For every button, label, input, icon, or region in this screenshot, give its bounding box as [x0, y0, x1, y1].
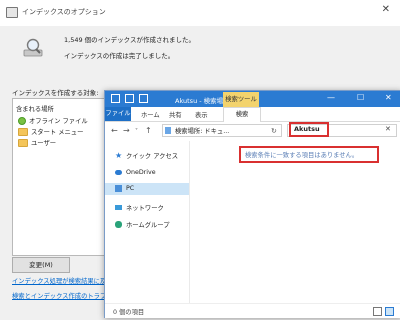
explorer-title-bar: Akutsu - 検索場所 検索ツール — ☐ ✕	[105, 91, 400, 107]
maximize-icon[interactable]: ☐	[357, 93, 364, 102]
tab-file[interactable]: ファイル	[105, 107, 131, 121]
nav-item-quick-access[interactable]: ★ クイック アクセス	[115, 151, 178, 161]
homegroup-icon	[115, 221, 122, 228]
cloud-icon	[115, 170, 122, 175]
explorer-app-icon	[111, 94, 120, 103]
forward-arrow-icon[interactable]: →	[123, 126, 130, 135]
troubleshoot-search-link[interactable]: インデックス処理が検索結果に及ぼす	[12, 276, 119, 285]
tab-view[interactable]: 表示	[195, 110, 208, 119]
indexing-app-icon	[6, 7, 18, 18]
offline-files-icon	[18, 116, 26, 125]
list-item[interactable]: ユーザー	[18, 138, 56, 147]
status-bar: 0 個の項目	[105, 303, 400, 318]
list-header: 含まれる場所	[16, 106, 54, 113]
recent-dropdown-icon[interactable]: ˅	[135, 128, 138, 135]
folder-icon	[18, 138, 28, 147]
navigation-pane: ★ クイック アクセス OneDrive PC ネットワーク ホームグループ	[105, 141, 190, 303]
tab-search[interactable]: 検索	[223, 107, 261, 122]
indexing-window-title: インデックスのオプション	[22, 8, 106, 16]
folder-icon	[18, 127, 28, 136]
magnifier-icon	[23, 38, 43, 57]
nav-item-network[interactable]: ネットワーク	[115, 203, 164, 212]
navigation-bar: ← → ˅ ↑ 検索場所: ドキュ... ↻ Akutsu ✕	[105, 122, 400, 140]
content-pane[interactable]	[193, 141, 399, 303]
index-count-text: 1,549 個のインデックスが作成されました。	[64, 36, 195, 44]
clear-search-icon[interactable]: ✕	[385, 125, 391, 133]
indexing-title-bar: インデックスのオプション ✕	[0, 0, 400, 26]
search-query-text: Akutsu	[294, 125, 320, 133]
change-button[interactable]: 変更(M)	[12, 257, 70, 273]
new-folder-icon[interactable]	[139, 94, 148, 103]
close-icon[interactable]: ✕	[382, 4, 390, 15]
explorer-window: Akutsu - 検索場所 検索ツール — ☐ ✕ ファイル ホーム 共有 表示…	[104, 90, 400, 318]
list-item[interactable]: スタート メニュー	[18, 127, 83, 136]
search-tools-tab-group: 検索ツール	[223, 92, 259, 107]
details-view-icon[interactable]	[373, 307, 382, 316]
empty-results-message: 検索条件に一致する項目はありません。	[245, 152, 359, 159]
explorer-window-title: Akutsu - 検索場所	[175, 97, 230, 105]
locations-label: インデックスを作成する対象:	[12, 89, 99, 97]
index-status-text: インデックスの作成は完了しました。	[64, 52, 175, 60]
nav-item-pc[interactable]: PC	[115, 185, 134, 192]
item-count-text: 0 個の項目	[113, 309, 145, 316]
ribbon-tabs: ファイル ホーム 共有 表示 検索	[105, 107, 400, 122]
refresh-icon[interactable]: ↻	[271, 127, 277, 135]
nav-item-homegroup[interactable]: ホームグループ	[115, 220, 170, 229]
large-icons-view-icon[interactable]	[385, 307, 394, 316]
search-location-icon	[165, 127, 171, 134]
tab-home[interactable]: ホーム	[141, 110, 160, 119]
back-arrow-icon[interactable]: ←	[111, 126, 118, 135]
nav-item-onedrive[interactable]: OneDrive	[115, 169, 156, 176]
properties-icon[interactable]	[125, 94, 134, 103]
up-arrow-icon[interactable]: ↑	[145, 126, 152, 135]
tab-share[interactable]: 共有	[169, 110, 182, 119]
address-bar[interactable]: 検索場所: ドキュ...	[162, 124, 282, 137]
network-icon	[115, 205, 122, 210]
star-icon: ★	[115, 151, 123, 160]
computer-icon	[115, 185, 122, 192]
minimize-icon[interactable]: —	[327, 93, 335, 102]
list-item[interactable]: オフライン ファイル	[18, 116, 88, 125]
close-icon[interactable]: ✕	[385, 93, 392, 102]
